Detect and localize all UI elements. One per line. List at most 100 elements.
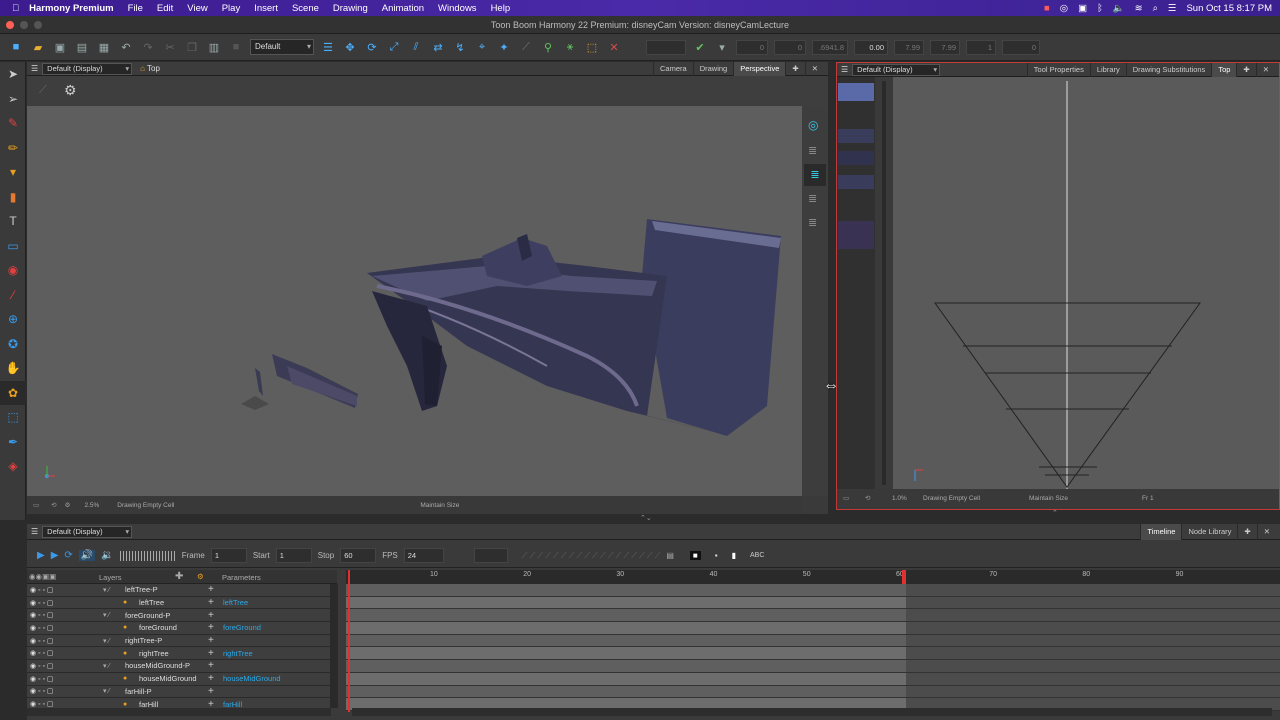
layer-add-param-icon[interactable]: +	[208, 660, 214, 671]
playback-speed-slider[interactable]	[119, 550, 176, 561]
play-selection-icon[interactable]: ▶	[51, 550, 59, 561]
panel-menu-icon[interactable]: ☰	[31, 64, 38, 73]
toolbar-field-scale-y[interactable]: 7.99	[930, 39, 960, 55]
timeline-panel-menu-icon[interactable]: ☰	[31, 527, 38, 536]
pen-tool-icon[interactable]: ✒	[0, 430, 26, 455]
paste-icon[interactable]: ▥	[206, 39, 222, 55]
status-reset-icon[interactable]: ⟲	[51, 501, 56, 509]
collapse-arrows-icon[interactable]: ⌃⌄	[640, 514, 652, 522]
layer-stack-active-icon[interactable]: ≣	[804, 164, 826, 186]
navigation-icon[interactable]: ◎	[808, 118, 818, 132]
timeline-add-icon[interactable]: ✚	[1237, 524, 1256, 540]
layer-row[interactable]: ◉ ◦ ◦ ▢ ▾ ⁄ foreGround-P +	[27, 609, 331, 623]
layer-row[interactable]: ◉ ◦ ◦ ▢ ● leftTree + leftTree	[27, 596, 331, 610]
frame-range-outside[interactable]	[906, 685, 1280, 698]
layers-horizontal-scrollbar[interactable]	[27, 708, 331, 716]
search-icon[interactable]: ⌕	[1153, 3, 1158, 14]
wifi-icon[interactable]: ≋	[1135, 3, 1143, 14]
copy-icon[interactable]: ❐	[184, 39, 200, 55]
toolbar-field-angle[interactable]: 0.00	[854, 39, 888, 55]
layer-visibility-icons[interactable]: ◉ ◦ ◦ ▢	[30, 649, 54, 657]
rectangle-tool-icon[interactable]: ▭	[0, 234, 26, 259]
menubar-clock[interactable]: Sun Oct 15 8:17 PM	[1186, 3, 1272, 14]
skew-icon[interactable]: ⫽	[408, 39, 424, 55]
top-panel-add-icon[interactable]: ✚	[1236, 63, 1255, 77]
playhead[interactable]	[348, 570, 350, 712]
bone-icon[interactable]: ⟋	[518, 39, 534, 55]
toolbar-field-z[interactable]: .6941.8	[812, 39, 848, 55]
layer-add-param-icon[interactable]: +	[208, 597, 214, 608]
toolbar-field-scale-z[interactable]: 1	[966, 39, 996, 55]
frame-row[interactable]	[346, 584, 1280, 597]
field-dropdown-icon[interactable]: ▾	[714, 39, 730, 55]
frame-range[interactable]	[346, 622, 906, 634]
frame-row[interactable]	[346, 596, 1280, 610]
layer-stack-icon-2[interactable]: ≣	[808, 192, 817, 205]
frame-row[interactable]	[346, 685, 1280, 699]
panel-divider-vertical[interactable]	[828, 62, 836, 514]
eraser-tool-icon[interactable]: ▮	[0, 185, 26, 210]
frame-range[interactable]	[346, 609, 906, 622]
transform-tool-icon[interactable]: ✪	[0, 332, 26, 357]
save-icon[interactable]: ▣	[52, 39, 68, 55]
drawing-selector[interactable]	[473, 548, 508, 563]
translate-icon[interactable]: ⇄	[430, 39, 446, 55]
transform-icon[interactable]: ✥	[342, 39, 358, 55]
add-layer-icon[interactable]: ✚	[175, 571, 183, 582]
record-icon[interactable]: ■	[1044, 3, 1050, 14]
thumbnail-layer-5[interactable]	[838, 221, 874, 249]
frame-row[interactable]	[346, 672, 1280, 686]
layer-visibility-icons[interactable]: ◉ ◦ ◦ ▢	[30, 599, 54, 607]
layer-visibility-icons[interactable]: ◉ ◦ ◦ ▢	[30, 700, 54, 708]
layers-scrollbar[interactable]	[330, 584, 338, 708]
top-zoom-level[interactable]: 1.0%	[892, 495, 907, 502]
perspective-zoom-level[interactable]: 2.5%	[84, 502, 99, 509]
menu-help[interactable]: Help	[491, 3, 511, 14]
layer-visibility-icons[interactable]: ◉ ◦ ◦ ▢	[30, 624, 54, 632]
layer-options-icon[interactable]: ⚙	[197, 572, 204, 581]
frame-range-outside[interactable]	[906, 647, 1280, 660]
frame-range[interactable]	[346, 672, 906, 685]
menu-scene[interactable]: Scene	[292, 3, 319, 14]
visibility-header-icon[interactable]: ◉◉▣▣	[29, 572, 56, 581]
redo-icon[interactable]: ↷	[140, 39, 156, 55]
perspective-viewport[interactable]	[27, 106, 802, 496]
bluetooth-icon[interactable]: ᛒ	[1097, 3, 1103, 14]
tab-library[interactable]: Library	[1089, 63, 1126, 77]
tab-node-library[interactable]: Node Library	[1181, 524, 1237, 540]
frame-range[interactable]	[346, 584, 906, 596]
tab-top[interactable]: Top	[1211, 63, 1237, 77]
frame-range[interactable]	[346, 596, 906, 609]
layer-visibility-icons[interactable]: ◉ ◦ ◦ ▢	[30, 611, 54, 619]
control-center-icon[interactable]: ☰	[1168, 3, 1177, 14]
layer-stack-icon[interactable]: ≣	[808, 144, 817, 157]
top-status-reset-icon[interactable]: ⟲	[865, 494, 870, 502]
tab-drawing-substitutions[interactable]: Drawing Substitutions	[1125, 63, 1212, 77]
key-small-icon[interactable]: ▪	[715, 551, 718, 560]
abc-icon[interactable]: ABC	[750, 552, 764, 559]
frame-range[interactable]	[346, 660, 906, 672]
layer-row[interactable]: ◉ ◦ ◦ ▢ ● foreGround + foreGround	[27, 622, 331, 635]
cutter-tool-icon[interactable]: ⬚	[0, 405, 26, 430]
layer-visibility-icons[interactable]: ◉ ◦ ◦ ▢	[30, 675, 54, 683]
menu-view[interactable]: View	[187, 3, 207, 14]
frame-row[interactable]	[346, 660, 1280, 673]
frame-range-outside[interactable]	[906, 660, 1280, 672]
scale-icon[interactable]: ⤢	[386, 39, 402, 55]
bounding-box-icon[interactable]: ⬚	[584, 39, 600, 55]
screen-share-icon[interactable]: ▣	[1078, 3, 1087, 14]
timeline-ruler[interactable]: 10 20 30 40 50 60 70 80 90	[346, 570, 1280, 584]
frame-row[interactable]	[346, 634, 1280, 648]
text-tool-icon[interactable]: T	[0, 209, 26, 234]
new-scene-icon[interactable]: ■	[8, 39, 24, 55]
workspace-manager-icon[interactable]: ☰	[320, 39, 336, 55]
frame-range-outside[interactable]	[906, 584, 1280, 596]
close-window-button[interactable]	[6, 21, 14, 29]
perspective-display-combo[interactable]: Default (Display)	[42, 62, 133, 75]
timeline-display-combo[interactable]: Default (Display)	[42, 525, 133, 538]
ik-icon[interactable]: ⚲	[540, 39, 556, 55]
rotate-icon[interactable]: ⟳	[364, 39, 380, 55]
top-display-combo[interactable]: Default (Display)	[852, 63, 941, 76]
zoom-window-button[interactable]	[34, 21, 42, 29]
top-view-scrollbar[interactable]	[875, 77, 893, 489]
